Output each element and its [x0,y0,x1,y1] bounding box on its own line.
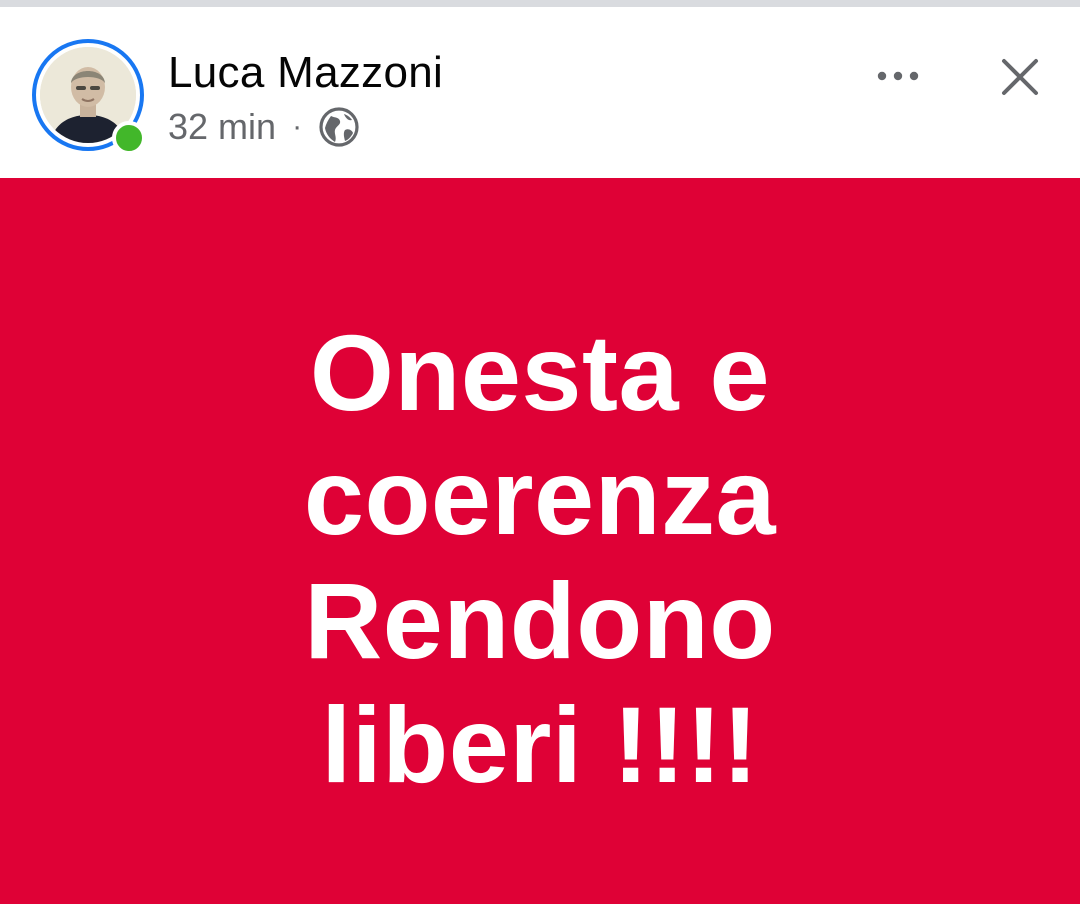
author-name[interactable]: Luca Mazzoni [168,47,443,99]
globe-icon[interactable] [318,106,360,148]
close-post-button[interactable] [990,47,1050,107]
post-text-line-3: Rendono [304,560,776,681]
online-status-indicator [112,121,146,155]
author-avatar-button[interactable] [32,39,146,155]
post-text-line-2: coerenza [303,436,777,557]
top-divider [0,0,1080,7]
more-dots-icon [877,71,919,81]
post-background-card: Onesta e coerenza Rendono liberi !!!! [0,178,1080,904]
post-text-line-1: Onesta e [309,312,771,433]
post-timestamp[interactable]: 32 min [168,105,276,149]
post-header: Luca Mazzoni 32 min · [0,7,1080,178]
more-options-button[interactable] [868,51,928,101]
close-icon [1002,59,1038,95]
meta-separator: · [292,110,303,143]
facebook-post-screen: Luca Mazzoni 32 min · Onesta e coerenza … [0,0,1080,904]
post-message: Onesta e coerenza Rendono liberi !!!! [0,311,1080,807]
post-text-line-4: liberi !!!! [321,684,759,805]
post-meta: 32 min · [168,105,360,149]
